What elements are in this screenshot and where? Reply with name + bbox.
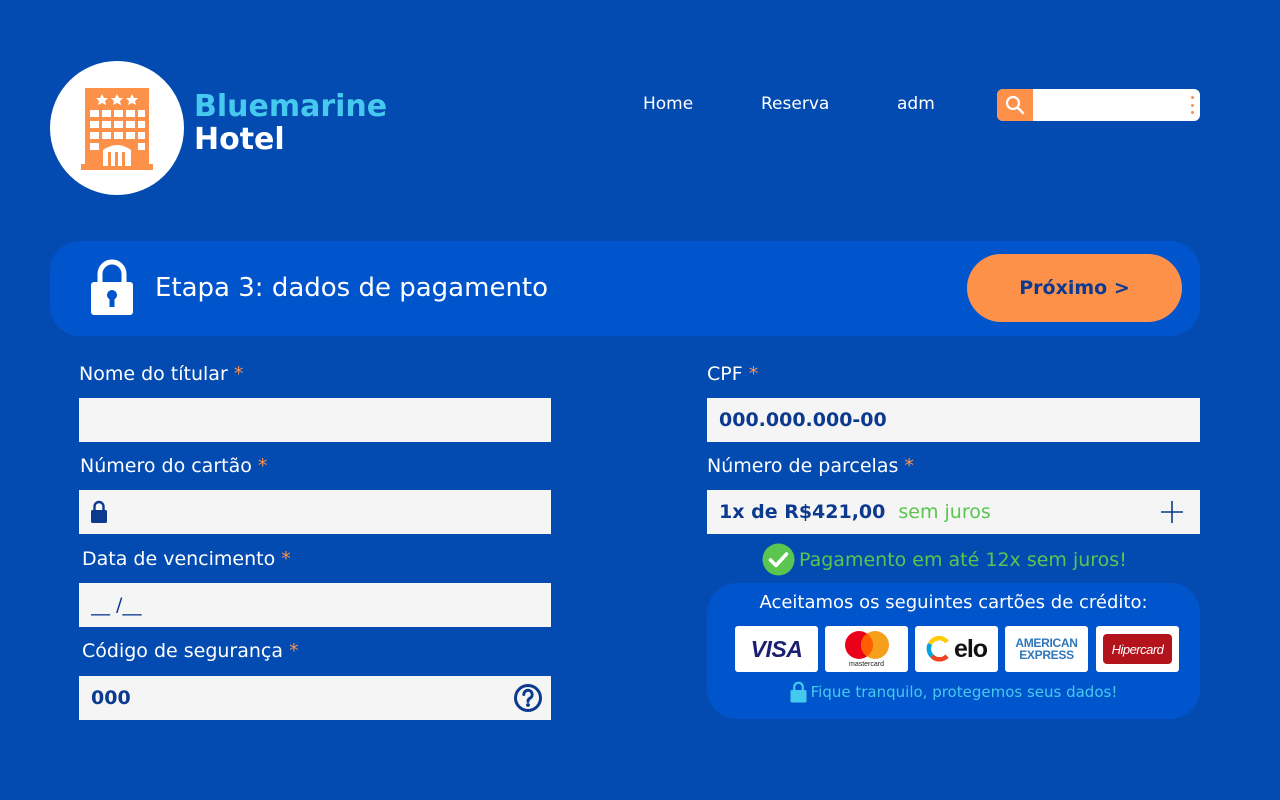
next-button[interactable]: Próximo > <box>967 254 1182 322</box>
holder-name-label: Nome do títular * <box>79 363 243 385</box>
hotel-logo[interactable] <box>50 61 184 195</box>
hipercard-badge: Hipercard <box>1103 634 1172 664</box>
cpf-label: CPF * <box>707 363 758 385</box>
installments-label-text: Número de parcelas <box>707 455 899 477</box>
card-number-label-text: Número do cartão <box>80 455 252 477</box>
elo-logo-text: elo <box>953 634 988 663</box>
more-options-icon[interactable] <box>1190 96 1194 114</box>
mastercard-logo-text: mastercard <box>848 661 884 668</box>
search-bar <box>997 89 1200 121</box>
accepted-cards-title: Aceitamos os seguintes cartões de crédit… <box>759 592 1148 613</box>
step-banner: Etapa 3: dados de pagamento Próximo > <box>50 241 1200 336</box>
installments-label: Número de parcelas * <box>707 455 914 477</box>
installments-promo: Pagamento em até 12x sem juros! <box>762 543 1127 576</box>
holder-name-input[interactable] <box>79 398 551 442</box>
expiry-input[interactable] <box>79 583 551 627</box>
hotel-building-icon <box>81 88 153 170</box>
installments-value: 1x de R$421,00 <box>719 501 886 523</box>
card-number-field <box>79 490 551 534</box>
hipercard-logo-text: Hipercard <box>1111 641 1164 657</box>
security-code-label-text: Código de segurança <box>82 640 284 662</box>
required-marker: * <box>748 363 759 385</box>
mastercard-circles-icon <box>844 631 889 659</box>
installments-select[interactable]: 1x de R$421,00 sem juros <box>707 490 1200 534</box>
nav-reserva-link[interactable]: Reserva <box>761 94 829 114</box>
required-marker: * <box>289 640 299 662</box>
lock-icon <box>790 681 807 703</box>
security-note-text: Fique tranquilo, protegemos seus dados! <box>810 683 1118 701</box>
cpf-label-text: CPF <box>707 363 743 385</box>
security-code-label: Código de segurança * <box>82 640 299 662</box>
search-input[interactable] <box>1033 89 1181 121</box>
required-marker: * <box>257 455 268 477</box>
lock-icon <box>91 259 133 315</box>
required-marker: * <box>904 455 914 477</box>
promo-text: Pagamento em até 12x sem juros! <box>799 548 1127 571</box>
mastercard-logo: mastercard <box>825 626 908 672</box>
expiry-label: Data de vencimento * <box>82 548 291 570</box>
expiry-field <box>79 583 551 627</box>
visa-logo-text: VISA <box>750 635 803 662</box>
american-express-logo: AMERICAN EXPRESS <box>1005 626 1088 672</box>
security-code-field <box>79 676 551 720</box>
cpf-input[interactable] <box>707 398 1200 442</box>
step-title: Etapa 3: dados de pagamento <box>155 273 549 303</box>
amex-logo-line2: EXPRESS <box>1019 648 1074 662</box>
holder-name-field <box>79 398 551 442</box>
search-icon <box>1005 95 1025 115</box>
lock-icon <box>91 500 107 523</box>
required-marker: * <box>281 548 291 570</box>
expiry-label-text: Data de vencimento <box>82 548 276 570</box>
nav-home-link[interactable]: Home <box>643 94 693 114</box>
card-number-input[interactable] <box>108 490 551 534</box>
brand-name: Bluemarine Hotel <box>194 92 387 155</box>
installments-note: sem juros <box>898 501 991 523</box>
visa-logo: VISA <box>735 626 818 672</box>
nav-adm-link[interactable]: adm <box>897 94 935 114</box>
elo-logo: elo <box>915 626 998 672</box>
required-marker: * <box>233 363 244 385</box>
brand-name-line1: Bluemarine <box>194 89 388 124</box>
help-icon[interactable] <box>513 683 543 713</box>
search-button[interactable] <box>997 89 1033 121</box>
plus-icon[interactable] <box>1160 500 1184 524</box>
security-code-input[interactable] <box>79 676 513 720</box>
card-number-label: Número do cartão * <box>80 455 267 477</box>
accepted-cards-panel: Aceitamos os seguintes cartões de crédit… <box>707 583 1200 719</box>
holder-name-label-text: Nome do títular <box>79 363 228 385</box>
brand-name-line2: Hotel <box>194 122 285 157</box>
check-circle-icon <box>762 543 795 576</box>
security-note: Fique tranquilo, protegemos seus dados! <box>707 681 1200 703</box>
elo-ring-icon <box>926 636 949 662</box>
cpf-field <box>707 398 1200 442</box>
hipercard-logo: Hipercard <box>1096 626 1179 672</box>
